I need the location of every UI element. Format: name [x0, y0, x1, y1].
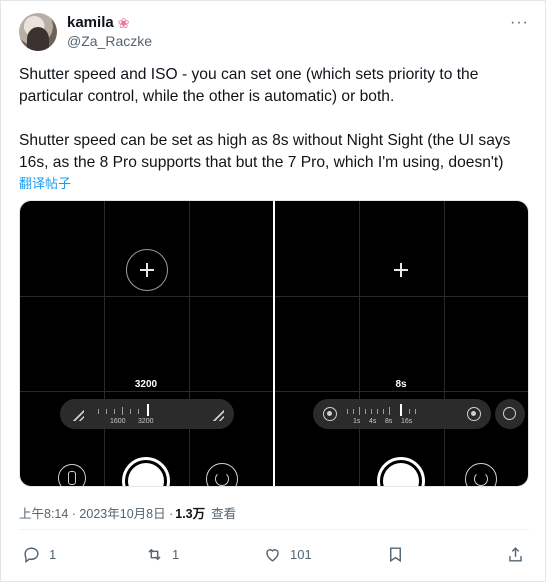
- dial-tick: [377, 409, 378, 414]
- grid-line: [444, 201, 445, 486]
- dial-tick: [347, 409, 348, 414]
- dial-tick-label: 4s: [369, 418, 377, 425]
- bookmark-icon: [390, 547, 401, 563]
- dial-tick: [415, 409, 416, 414]
- flower-icon: ❀: [117, 14, 130, 31]
- timestamp[interactable]: 上午8:14 · 2023年10月8日 ·: [19, 503, 173, 522]
- translate-post-link[interactable]: 翻译帖子: [19, 173, 71, 192]
- dial-tick: [138, 409, 139, 414]
- author-handle[interactable]: @Za_Raczke: [67, 33, 152, 49]
- mode-icon[interactable]: [58, 464, 86, 486]
- more-options-icon[interactable]: ···: [510, 14, 529, 32]
- dial-tick: [353, 409, 354, 414]
- heart-icon: [266, 549, 279, 562]
- iso-dial[interactable]: 1600 3200: [60, 399, 234, 429]
- tweet-meta: 上午8:14 · 2023年10月8日 · 1.3万 查看: [19, 503, 236, 522]
- grid-line: [359, 201, 360, 486]
- focus-plus-icon: [394, 263, 408, 277]
- camera-screenshot-iso[interactable]: 3200 1600 3200: [20, 201, 273, 486]
- author-name-row: kamila ❀: [67, 14, 129, 31]
- dial-tick: [114, 409, 115, 414]
- dial-tick-label: 1600: [110, 418, 126, 425]
- switch-camera-button[interactable]: [206, 463, 238, 486]
- dial-tick: [371, 409, 372, 414]
- share-button[interactable]: [506, 545, 525, 564]
- dial-tick-label: 1s: [353, 418, 361, 425]
- shutter-speed-value: 8s: [395, 379, 407, 390]
- dial-tick: [359, 407, 360, 415]
- dial-indicator: [147, 404, 149, 416]
- dial-tick: [98, 409, 99, 414]
- dial-tick-label: 16s: [401, 418, 413, 425]
- camera-screenshot-shutter[interactable]: 8s 1s 4s 8s 16s: [275, 201, 528, 486]
- bookmark-button[interactable]: [386, 545, 405, 564]
- shutter-button[interactable]: [377, 457, 425, 486]
- like-button[interactable]: 101: [263, 545, 312, 564]
- shutter-speed-dial[interactable]: 1s 4s 8s 16s: [313, 399, 491, 429]
- dial-tick: [365, 409, 366, 414]
- retweet-icon: [148, 548, 161, 561]
- dial-tick: [122, 407, 123, 415]
- author-display-name[interactable]: kamila: [67, 14, 114, 31]
- grid-line: [20, 296, 273, 297]
- shutter-button[interactable]: [122, 457, 170, 486]
- reply-icon: [24, 547, 39, 564]
- dial-tick-label: 3200: [138, 418, 154, 425]
- media-gallery[interactable]: 3200 1600 3200 8s 1s 4s 8s 16s: [19, 200, 529, 487]
- tweet-text: Shutter speed and ISO - you can set one …: [19, 64, 529, 174]
- grid-line: [275, 296, 528, 297]
- dial-tick: [106, 409, 107, 414]
- night-mode-button[interactable]: [495, 399, 525, 429]
- auto-off-icon: [210, 407, 224, 421]
- retweet-count: 1: [172, 547, 180, 562]
- grid-line: [20, 391, 273, 392]
- like-count: 101: [290, 547, 312, 562]
- grid-line: [189, 201, 190, 486]
- retweet-button[interactable]: 1: [145, 545, 179, 564]
- reply-button[interactable]: 1: [22, 545, 56, 564]
- views-label: 查看: [211, 507, 237, 521]
- auto-exposure-icon: [323, 407, 337, 421]
- switch-camera-button[interactable]: [465, 463, 497, 486]
- reply-count: 1: [49, 547, 57, 562]
- divider: [19, 529, 529, 530]
- auto-exposure-icon: [467, 407, 481, 421]
- switch-camera-icon: [474, 472, 488, 486]
- avatar[interactable]: [19, 13, 57, 51]
- grid-line: [104, 201, 105, 486]
- switch-camera-icon: [215, 472, 229, 486]
- dial-indicator: [400, 404, 402, 416]
- focus-plus-icon: [140, 263, 154, 277]
- tweet-paragraph-2: Shutter speed can be set as high as 8s w…: [19, 132, 511, 171]
- dial-tick: [130, 409, 131, 414]
- dial-tick: [389, 407, 390, 415]
- views-count: 1.3万: [175, 507, 206, 521]
- iso-value: 3200: [134, 379, 158, 390]
- dial-tick: [383, 409, 384, 414]
- dial-tick: [409, 409, 410, 414]
- grid-line: [275, 391, 528, 392]
- share-icon: [509, 547, 522, 562]
- dial-tick-label: 8s: [385, 418, 393, 425]
- tweet-paragraph-1: Shutter speed and ISO - you can set one …: [19, 66, 479, 105]
- auto-off-icon: [70, 407, 84, 421]
